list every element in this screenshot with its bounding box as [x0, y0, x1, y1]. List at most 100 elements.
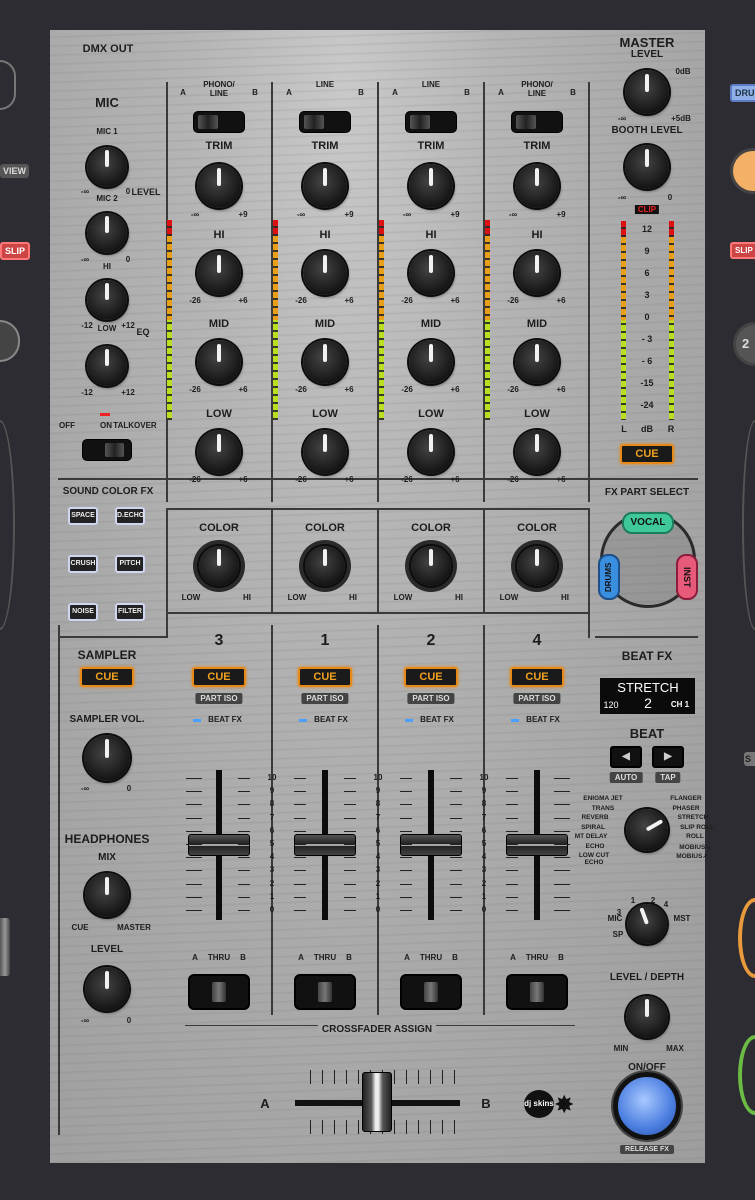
headphones-mix-knob[interactable]: [85, 873, 129, 917]
master-cue-button[interactable]: CUE: [620, 444, 674, 464]
mid-eq-knob[interactable]: [409, 340, 453, 384]
booth-level-knob[interactable]: [625, 145, 669, 189]
master-level-knob[interactable]: [625, 70, 669, 114]
low-eq-knob[interactable]: [515, 430, 559, 474]
right-beat-button[interactable]: 2: [733, 322, 755, 366]
mic1-level-knob[interactable]: [87, 147, 127, 187]
channel-cue-button[interactable]: CUE: [510, 667, 564, 687]
color-fx-knob[interactable]: [199, 546, 239, 586]
sampler-cue-button[interactable]: CUE: [80, 667, 134, 687]
left-deck-jog-ring[interactable]: [0, 60, 16, 110]
low-eq-knob[interactable]: [303, 430, 347, 474]
part-iso-button[interactable]: PART ISO: [301, 693, 349, 704]
hi-eq-knob[interactable]: [515, 251, 559, 295]
right-slip-button[interactable]: SLIP: [730, 242, 755, 259]
mic-switch[interactable]: [83, 440, 131, 460]
channel-cue-button[interactable]: CUE: [298, 667, 352, 687]
beat-fx-effect-option[interactable]: FLANGER: [670, 795, 701, 802]
left-slip-button[interactable]: SLIP: [0, 242, 31, 260]
low-eq-knob[interactable]: [197, 430, 241, 474]
beat-fx-effect-option[interactable]: PHASER: [672, 805, 699, 812]
crush-button[interactable]: CRUSH: [68, 555, 98, 573]
mic-low-knob[interactable]: [87, 346, 127, 386]
right-green-button[interactable]: [738, 1035, 755, 1115]
part-iso-button[interactable]: PART ISO: [407, 693, 455, 704]
beat-fx-effect-option[interactable]: ECHO: [586, 843, 605, 850]
channel-select-knob[interactable]: [627, 904, 667, 944]
noise-button[interactable]: NOISE: [68, 603, 98, 621]
input-select-switch[interactable]: [512, 112, 562, 132]
mid-eq-knob[interactable]: [515, 340, 559, 384]
beat-fx-effect-option[interactable]: ROLL: [686, 833, 704, 840]
beat-fx-effect-option[interactable]: STRETCH: [678, 814, 709, 821]
beat-fx-effect-option[interactable]: SLIP ROLL: [680, 824, 714, 831]
channel-fader-handle[interactable]: [188, 834, 250, 856]
fx-part-inst-button[interactable]: INST: [676, 554, 698, 600]
beat-fx-effect-option[interactable]: ENIGMA JET: [583, 795, 623, 802]
fx-part-vocal-button[interactable]: VOCAL: [622, 512, 674, 534]
fx-part-drums-button[interactable]: DRUMS: [598, 554, 620, 600]
color-fx-knob[interactable]: [517, 546, 557, 586]
crossfader-assign-switch[interactable]: [294, 974, 356, 1010]
left-pitch-handle[interactable]: [0, 918, 10, 976]
trim-knob[interactable]: [515, 164, 559, 208]
color-fx-knob[interactable]: [411, 546, 451, 586]
part-iso-button[interactable]: PART ISO: [195, 693, 243, 704]
beat-fx-effect-option[interactable]: REVERB: [581, 814, 608, 821]
crossfader-assign-switch[interactable]: [188, 974, 250, 1010]
low-eq-knob[interactable]: [409, 430, 453, 474]
crossfader-assign-switch[interactable]: [400, 974, 462, 1010]
filter-button[interactable]: FILTER: [115, 603, 145, 621]
hi-eq-knob[interactable]: [409, 251, 453, 295]
beat-fx-on-off-button[interactable]: [613, 1072, 681, 1140]
right-jog-wheel[interactable]: [742, 420, 755, 630]
right-s-button[interactable]: S: [744, 752, 755, 766]
input-select-switch[interactable]: [300, 112, 350, 132]
scale-max: +6: [238, 475, 248, 484]
channel-fader-handle[interactable]: [506, 834, 568, 856]
beat-right-button[interactable]: ▶: [652, 746, 684, 768]
beat-fx-select-knob[interactable]: [626, 809, 668, 851]
input-select-switch[interactable]: [194, 112, 244, 132]
channel-fader-handle[interactable]: [294, 834, 356, 856]
trim-knob[interactable]: [197, 164, 241, 208]
left-jog-wheel[interactable]: [0, 420, 15, 630]
hi-eq-knob[interactable]: [197, 251, 241, 295]
color-fx-knob[interactable]: [305, 546, 345, 586]
pitch-button[interactable]: PITCH: [115, 555, 145, 573]
hi-eq-knob[interactable]: [303, 251, 347, 295]
beat-fx-effect-option[interactable]: MOBIUS↘: [679, 843, 710, 851]
mic1-label: MIC 1: [96, 127, 118, 136]
part-iso-button[interactable]: PART ISO: [513, 693, 561, 704]
channel-fader-handle[interactable]: [400, 834, 462, 856]
meter-scale-label: - 3: [641, 334, 653, 344]
left-knob[interactable]: [0, 320, 20, 362]
mic-hi-knob[interactable]: [87, 280, 127, 320]
headphones-level-knob[interactable]: [85, 967, 129, 1011]
beat-left-button[interactable]: ◀: [610, 746, 642, 768]
trim-knob[interactable]: [303, 164, 347, 208]
mic2-level-knob[interactable]: [87, 213, 127, 253]
input-select-switch[interactable]: [406, 112, 456, 132]
right-drum-button[interactable]: DRU: [730, 84, 755, 102]
beat-fx-effect-option[interactable]: TRANS: [592, 805, 614, 812]
trim-knob[interactable]: [409, 164, 453, 208]
sampler-vol-knob[interactable]: [84, 735, 130, 781]
right-orange-button[interactable]: [738, 898, 755, 978]
dub-echo-button[interactable]: D.ECHO: [115, 507, 145, 525]
mid-eq-knob[interactable]: [303, 340, 347, 384]
beat-fx-effect-option[interactable]: MOBIUS↗: [676, 852, 707, 860]
space-button[interactable]: SPACE: [68, 507, 98, 525]
level-depth-knob[interactable]: [626, 996, 668, 1038]
left-view-button[interactable]: VIEW: [0, 164, 30, 178]
right-play-button[interactable]: [730, 148, 755, 194]
beat-fx-effect-option[interactable]: LOW CUT ECHO: [579, 852, 609, 866]
channel-cue-button[interactable]: CUE: [404, 667, 458, 687]
mid-eq-knob[interactable]: [197, 340, 241, 384]
depth-min-label: MIN: [613, 1044, 629, 1053]
beat-fx-effect-option[interactable]: MT DELAY: [575, 833, 608, 840]
beat-fx-effect-option[interactable]: SPIRAL: [581, 824, 605, 831]
crossfader-handle[interactable]: [362, 1072, 392, 1132]
channel-cue-button[interactable]: CUE: [192, 667, 246, 687]
crossfader-assign-switch[interactable]: [506, 974, 568, 1010]
